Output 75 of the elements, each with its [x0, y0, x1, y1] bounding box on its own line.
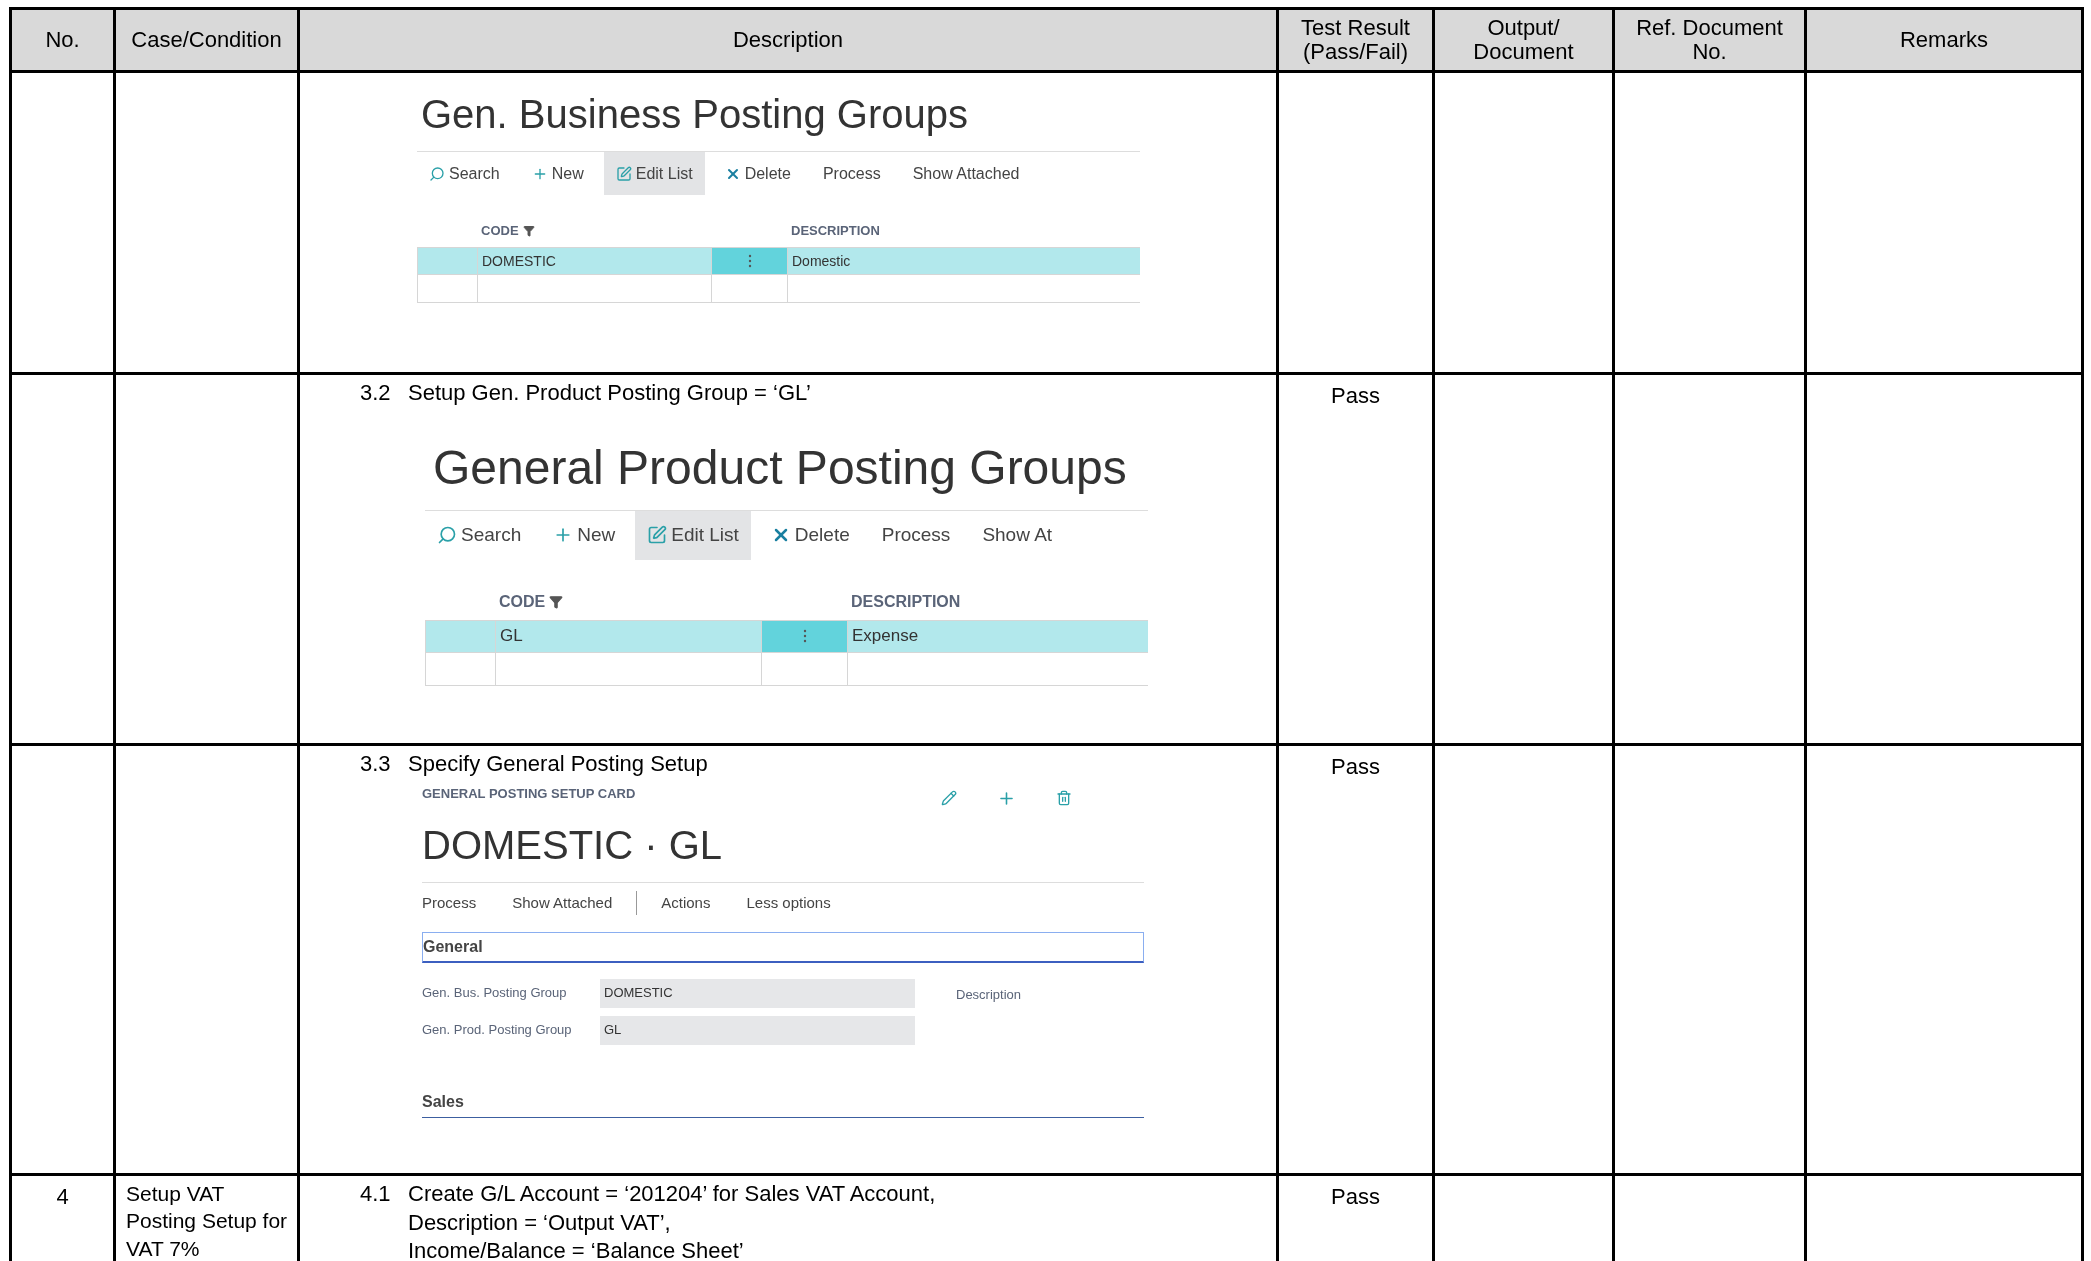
section-header[interactable]: General [422, 931, 1144, 963]
table-cell: 4 [12, 1176, 116, 1261]
column-header[interactable]: CODE [477, 215, 711, 247]
edit-icon[interactable] [941, 790, 957, 807]
toolbar-button[interactable]: Process [869, 510, 963, 560]
step-number: 4.1 [360, 1180, 392, 1208]
table-cell[interactable] [711, 275, 787, 303]
step-number: 3.3 [360, 750, 392, 778]
page-title: General Product Posting Groups [432, 439, 1128, 496]
filter-icon [549, 594, 564, 609]
toolbar-button[interactable]: Edit List [603, 152, 705, 195]
table-cell: Pass [1279, 746, 1435, 1176]
search-icon [429, 165, 445, 182]
table-cell: Setup VAT Posting Setup for VAT 7% [116, 1176, 300, 1261]
row-selector[interactable] [425, 619, 495, 653]
filter-icon [522, 225, 535, 237]
row-selector[interactable] [417, 247, 477, 275]
action-button[interactable]: Less options [746, 891, 831, 915]
step-text: Create G/L Account = ‘201204’ for Sales VAT Account, Description = ‘Output VAT’, Income/Balance = ‘Balance Sheet’ [408, 1180, 936, 1261]
edit-list-icon [647, 525, 668, 546]
column-header: Remarks [1807, 10, 2084, 73]
field-label: Gen. Bus. Posting Group [422, 984, 568, 1003]
table-cell: Pass [1279, 375, 1435, 746]
column-header[interactable]: DESCRIPTION [847, 583, 1148, 620]
delete-icon[interactable] [1056, 790, 1072, 807]
field-label: Gen. Prod. Posting Group [422, 1021, 573, 1040]
search-icon [437, 525, 457, 546]
field-label: Description [956, 985, 1022, 1004]
input-field[interactable]: DOMESTIC [600, 978, 915, 1008]
column-header: Test Result (Pass/Fail) [1279, 10, 1435, 73]
edit-list-icon [615, 165, 632, 182]
toolbar-button[interactable]: Delete [758, 510, 862, 560]
table-cell: Pass [1279, 1176, 1435, 1261]
table-cell[interactable] [417, 275, 477, 303]
section-header[interactable]: Sales [422, 1086, 1144, 1118]
table-cell[interactable] [425, 652, 495, 686]
card-caption: GENERAL POSTING SETUP CARD [422, 785, 636, 804]
column-header[interactable]: DESCRIPTION [787, 215, 1140, 247]
row-menu[interactable] [711, 247, 787, 275]
toolbar-button[interactable]: New [541, 510, 628, 560]
table-cell[interactable] [761, 652, 847, 686]
toolbar-button[interactable]: Process [810, 152, 893, 195]
table-cell[interactable] [477, 275, 711, 303]
column-header: Description [300, 10, 1279, 73]
toolbar-button[interactable]: Search [425, 510, 534, 560]
table-cell[interactable]: GL [495, 619, 761, 653]
column-header: Case/Condition [116, 10, 300, 73]
input-field[interactable]: GL [600, 1015, 915, 1045]
card-title: DOMESTIC · GL [422, 821, 724, 869]
step-number: 3.2 [360, 379, 392, 407]
table-cell[interactable]: DOMESTIC [477, 247, 711, 275]
more-icon [747, 254, 752, 268]
table-cell[interactable] [495, 652, 761, 686]
toolbar-button[interactable]: Show At [970, 510, 1065, 560]
step-text: Specify General Posting Setup [408, 750, 708, 778]
table-cell[interactable] [787, 275, 1140, 303]
toolbar-button[interactable]: Edit List [635, 510, 751, 560]
page-title: Gen. Business Posting Groups [420, 91, 969, 138]
table-cell[interactable]: Domestic [787, 247, 1140, 275]
toolbar-button[interactable]: Show Attached [900, 152, 1032, 195]
more-icon [802, 629, 807, 644]
column-header: No. [12, 10, 116, 73]
toolbar-button[interactable]: Search [417, 152, 512, 195]
table-cell[interactable]: Expense [847, 619, 1148, 653]
toolbar-button[interactable]: New [519, 152, 596, 195]
action-button[interactable]: Actions [661, 891, 711, 915]
action-button[interactable]: Process [422, 891, 477, 915]
step-text: Setup Gen. Product Posting Group = ‘GL’ [408, 379, 811, 407]
toolbar-button[interactable]: Delete [712, 152, 803, 195]
column-header[interactable]: CODE [495, 583, 761, 620]
column-header: Ref. Document No. [1615, 10, 1807, 73]
table-cell[interactable] [847, 652, 1148, 686]
column-header: Output/ Document [1435, 10, 1615, 73]
row-menu[interactable] [761, 619, 847, 653]
action-button[interactable]: Show Attached [512, 891, 613, 915]
